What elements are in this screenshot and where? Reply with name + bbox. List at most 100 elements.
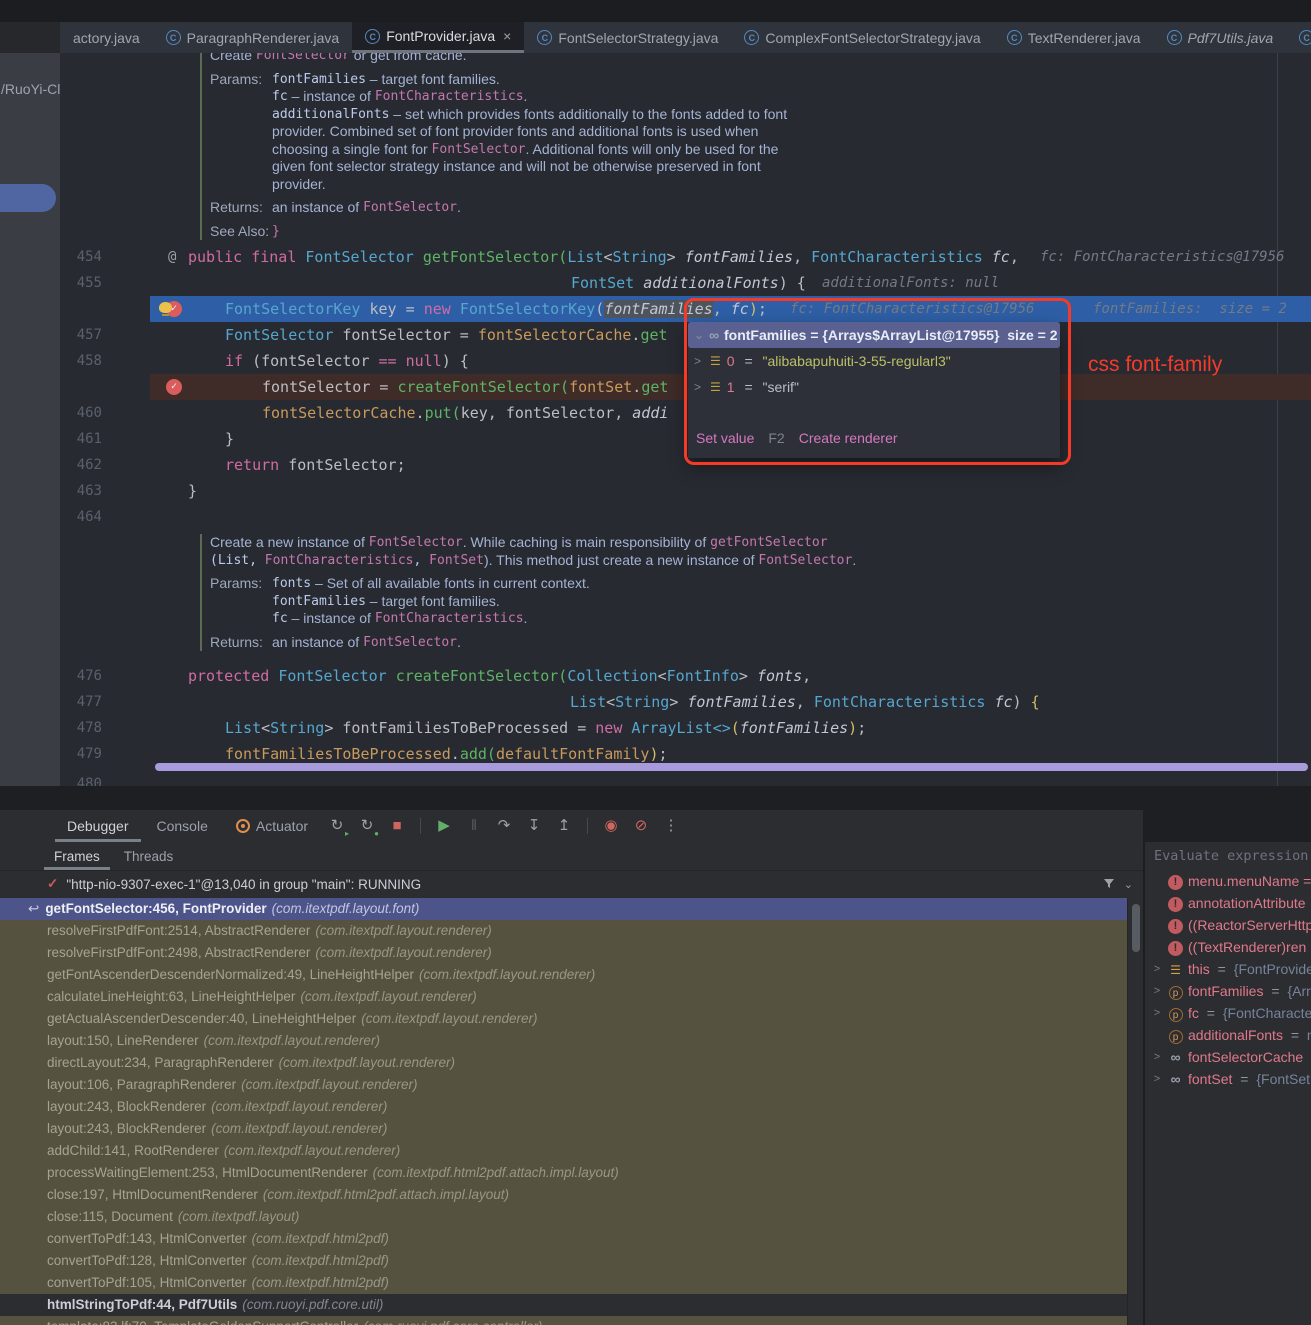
frames-scrollbar[interactable] — [1127, 898, 1143, 1325]
frame-row[interactable]: htmlStringToPdf:44, Pdf7Utils(com.ruoyi.… — [0, 1294, 1127, 1316]
code-line[interactable]: 463} — [60, 478, 1311, 504]
chevron-right-icon[interactable]: > — [1151, 1051, 1163, 1063]
variable-row[interactable]: !menu.menuName = — [1145, 870, 1311, 892]
code-line[interactable]: 476protected FontSelector createFontSele… — [60, 663, 1311, 689]
filter-icon[interactable] — [1102, 876, 1116, 893]
thread-description: "http-nio-9307-exec-1"@13,040 in group "… — [66, 877, 421, 892]
frame-row[interactable]: processWaitingElement:253, HtmlDocumentR… — [0, 1162, 1127, 1184]
pause-icon[interactable]: ‖ — [461, 815, 487, 837]
variable-row[interactable]: padditionalFonts = n — [1145, 1024, 1311, 1046]
frame-row[interactable]: template:83 lf:70, TemplateGoldenSupport… — [0, 1316, 1127, 1325]
variable-row[interactable]: >pfontFamilies = {Arra — [1145, 980, 1311, 1002]
debugger-tab-debugger[interactable]: Debugger — [55, 810, 141, 842]
editor-tab[interactable]: actory.java — [60, 22, 153, 53]
chevron-right-icon[interactable]: > — [1151, 963, 1163, 975]
thread-selector[interactable]: ✓"http-nio-9307-exec-1"@13,040 in group … — [0, 870, 1143, 899]
variable-value: {FontSet@ — [1256, 1071, 1311, 1087]
editor-tab[interactable]: CComplexFontSelectorStrategy.java — [731, 22, 993, 53]
code-text: fontFamiliesToBeProcessed.add(defaultFon… — [150, 741, 1311, 767]
frames-scrollbar-thumb[interactable] — [1132, 904, 1140, 952]
field-icon: ∞ — [1171, 1049, 1181, 1065]
frame-row[interactable]: close:197, HtmlDocumentRenderer(com.itex… — [0, 1184, 1127, 1206]
frame-package: (com.itextpdf.layout.renderer) — [315, 945, 491, 960]
frame-row[interactable]: convertToPdf:128, HtmlConverter(com.itex… — [0, 1250, 1127, 1272]
code-line[interactable]: 480 — [60, 771, 1311, 786]
resume-icon[interactable]: ▶ — [431, 815, 457, 837]
variable-row[interactable]: >∞fontSelectorCache — [1145, 1046, 1311, 1068]
editor-tab[interactable]: CTextRenderer.java — [994, 22, 1154, 53]
frame-row[interactable]: resolveFirstPdfFont:2498, AbstractRender… — [0, 942, 1127, 964]
frame-row[interactable]: layout:106, ParagraphRenderer(com.itextp… — [0, 1074, 1127, 1096]
javadoc-line: given font selector strategy instance an… — [210, 158, 787, 176]
frame-row[interactable]: close:115, Document(com.itextpdf.layout) — [0, 1206, 1127, 1228]
code-line[interactable]: 455FontSet additionalFonts) {additionalF… — [60, 270, 1311, 296]
code-token: fontFamilies — [687, 693, 795, 711]
frame-package: (com.itextpdf.layout.renderer) — [224, 1143, 400, 1158]
code-token: fontSelector; — [288, 456, 405, 474]
more-icon[interactable]: ⋮ — [658, 815, 684, 837]
chevron-down-icon[interactable]: ⌄ — [1124, 878, 1133, 891]
chevron-right-icon[interactable]: > — [1151, 1007, 1163, 1019]
debugger-tab-actuator[interactable]: Actuator — [224, 810, 320, 842]
frame-row[interactable]: layout:150, LineRenderer(com.itextpdf.la… — [0, 1030, 1127, 1052]
stop-icon[interactable]: ■ — [384, 815, 410, 837]
editor-tab[interactable]: CFontSelectorStrategy.java — [524, 22, 731, 53]
frame-row[interactable]: layout:243, BlockRenderer(com.itextpdf.l… — [0, 1118, 1127, 1140]
variable-value: {FontProvider — [1234, 961, 1311, 977]
code-token: } — [225, 430, 234, 448]
mute-breakpoints-icon[interactable]: ⊘ — [628, 815, 654, 837]
frame-row[interactable]: directLayout:234, ParagraphRenderer(com.… — [0, 1052, 1127, 1074]
parameter-icon: p — [1169, 1008, 1183, 1022]
frame-row[interactable]: convertToPdf:143, HtmlConverter(com.itex… — [0, 1228, 1127, 1250]
chevron-right-icon[interactable]: > — [1151, 985, 1163, 997]
tab-threads[interactable]: Threads — [114, 842, 184, 870]
frame-package: (com.itextpdf.layout.renderer) — [204, 1033, 380, 1048]
frame-package: (com.ruoyi.pdf.core.controller) — [363, 1319, 542, 1325]
step-over-icon[interactable]: ↷ — [491, 815, 517, 837]
code-line[interactable]: 479fontFamiliesToBeProcessed.add(default… — [60, 741, 1311, 767]
editor-tab[interactable]: CFontProvider.java× — [352, 22, 524, 53]
rerun-icon[interactable]: ↻▸ — [324, 815, 350, 837]
editor-tab[interactable]: CPdf7Utils.java — [1154, 22, 1287, 53]
frame-row[interactable]: convertToPdf:105, HtmlConverter(com.itex… — [0, 1272, 1127, 1294]
javadoc-line: Params:fontFamilies – target font famili… — [210, 71, 787, 89]
variable-row[interactable]: !((TextRenderer)ren — [1145, 936, 1311, 958]
frame-row[interactable]: ↩getFontSelector:456, FontProvider(com.i… — [0, 898, 1127, 920]
frame-row[interactable]: calculateLineHeight:63, LineHeightHelper… — [0, 986, 1127, 1008]
project-tree-selection[interactable] — [0, 184, 56, 212]
tab-label: FontProvider.java — [386, 28, 495, 44]
line-number: 480 — [60, 771, 102, 786]
tab-frames[interactable]: Frames — [44, 842, 110, 870]
view-breakpoints-icon[interactable]: ◉ — [598, 815, 624, 837]
step-out-icon[interactable]: ↥ — [551, 815, 577, 837]
editor-tab[interactable]: CParagraphRenderer.java — [153, 22, 353, 53]
step-into-icon[interactable]: ↧ — [521, 815, 547, 837]
frame-row[interactable]: addChild:141, RootRenderer(com.itextpdf.… — [0, 1140, 1127, 1162]
javadoc-text: choosing a single font for — [272, 141, 432, 159]
code-line[interactable]: 478List<String> fontFamiliesToBeProcesse… — [60, 715, 1311, 741]
javadoc-section-label: Returns: — [210, 634, 272, 652]
chevron-right-icon[interactable]: > — [1151, 1073, 1163, 1085]
frame-row[interactable]: getActualAscenderDescender:40, LineHeigh… — [0, 1008, 1127, 1030]
close-icon[interactable]: × — [503, 28, 511, 44]
code-line[interactable]: 464 — [60, 504, 1311, 530]
variable-row[interactable]: >☰this = {FontProvider — [1145, 958, 1311, 980]
variable-row[interactable]: >∞fontSet = {FontSet@ — [1145, 1068, 1311, 1090]
frame-row[interactable]: layout:243, BlockRenderer(com.itextpdf.l… — [0, 1096, 1127, 1118]
rerun-debug-icon[interactable]: ↻● — [354, 815, 380, 837]
variables-panel: Evaluate expression !menu.menuName =!ann… — [1143, 842, 1311, 1325]
variable-row[interactable]: !annotationAttribute — [1145, 892, 1311, 914]
code-token: > — [669, 693, 687, 711]
javadoc-text: provider. — [272, 176, 326, 194]
code-line[interactable]: 477List<String> fontFamilies, FontCharac… — [60, 689, 1311, 715]
frame-row[interactable]: resolveFirstPdfFont:2514, AbstractRender… — [0, 920, 1127, 942]
variable-row[interactable]: >pfc = {FontCharacte — [1145, 1002, 1311, 1024]
editor-tab[interactable]: CLine — [1286, 22, 1311, 53]
code-line[interactable]: 454@public final FontSelector getFontSel… — [60, 244, 1311, 270]
variable-row[interactable]: !((ReactorServerHttp — [1145, 914, 1311, 936]
frame-row[interactable]: getFontAscenderDescenderNormalized:49, L… — [0, 964, 1127, 986]
equals-sign: = — [1214, 961, 1230, 977]
evaluate-expression-field[interactable]: Evaluate expression — [1145, 842, 1311, 870]
debugger-tab-console[interactable]: Console — [145, 810, 220, 842]
javadoc-text: – set which provides fonts additionally … — [389, 106, 787, 124]
